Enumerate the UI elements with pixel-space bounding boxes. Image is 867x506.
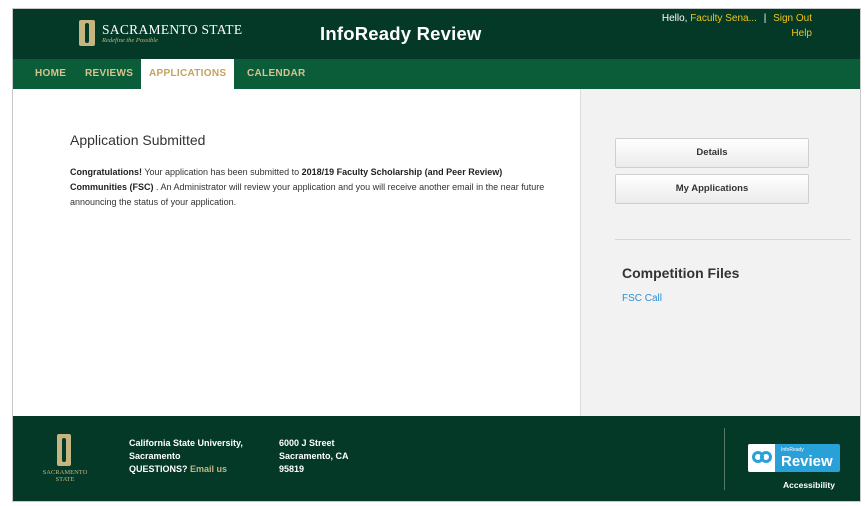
infoready-logo-icon bbox=[752, 451, 772, 465]
footer-address: 6000 J Street Sacramento, CA 95819 bbox=[279, 437, 349, 476]
hornet-logo-icon bbox=[57, 434, 71, 466]
divider bbox=[615, 239, 851, 240]
nav-reviews[interactable]: REVIEWS bbox=[77, 59, 141, 89]
user-menu: Hello, Faculty Sena... | Sign Out bbox=[662, 13, 812, 24]
footer-logo-text: SACRAMENTO STATE bbox=[42, 469, 88, 483]
my-applications-button[interactable]: My Applications bbox=[615, 174, 809, 204]
user-name-link[interactable]: Faculty Sena... bbox=[690, 13, 757, 24]
hornet-logo-icon bbox=[79, 20, 95, 46]
competition-files-heading: Competition Files bbox=[622, 265, 740, 281]
address-line-1: 6000 J Street bbox=[279, 438, 335, 448]
browser-page: SACRAMENTO STATE Redefine the Possible I… bbox=[12, 8, 861, 502]
message-text-1: Your application has been submitted to bbox=[142, 167, 302, 177]
sidebar: Details My Applications Competition File… bbox=[580, 89, 860, 416]
main-content: Application Submitted Congratulations! Y… bbox=[13, 89, 580, 416]
details-button[interactable]: Details bbox=[615, 138, 809, 168]
greeting-text: Hello, bbox=[661, 13, 691, 24]
questions-line: QUESTIONS? Email us bbox=[129, 463, 243, 476]
address-line-3: 95819 bbox=[279, 464, 305, 474]
page-title: Application Submitted bbox=[70, 132, 206, 148]
infoready-review-badge[interactable]: InfoReady Review bbox=[748, 444, 840, 472]
logo-name: SACRAMENTO STATE bbox=[102, 21, 243, 37]
logo-tagline: Redefine the Possible bbox=[102, 36, 158, 44]
nav-home[interactable]: HOME bbox=[27, 59, 74, 89]
university-line-1: California State University, bbox=[129, 438, 243, 448]
footer: SACRAMENTO STATE California State Univer… bbox=[13, 416, 860, 501]
footer-divider bbox=[724, 428, 725, 490]
nav-calendar[interactable]: CALENDAR bbox=[239, 59, 314, 89]
badge-big-text: Review bbox=[781, 453, 833, 470]
main-nav: HOME REVIEWS APPLICATIONS CALENDAR bbox=[13, 59, 860, 90]
separator: | bbox=[763, 13, 767, 24]
congrats-text: Congratulations! bbox=[70, 167, 142, 177]
footer-logo: SACRAMENTO STATE bbox=[37, 434, 93, 486]
accessibility-link[interactable]: Accessibility bbox=[783, 480, 835, 490]
address-line-2: Sacramento, CA bbox=[279, 451, 349, 461]
sign-out-link[interactable]: Sign Out bbox=[773, 13, 812, 24]
email-us-link[interactable]: Email us bbox=[190, 464, 227, 474]
questions-label: QUESTIONS? bbox=[129, 464, 188, 474]
university-line-2: Sacramento bbox=[129, 451, 181, 461]
fsc-call-link[interactable]: FSC Call bbox=[622, 293, 662, 304]
nav-applications[interactable]: APPLICATIONS bbox=[141, 59, 235, 90]
app-title: InfoReady Review bbox=[320, 23, 482, 44]
confirmation-message: Congratulations! Your application has be… bbox=[70, 165, 560, 210]
help-link[interactable]: Help bbox=[791, 28, 812, 39]
top-header: SACRAMENTO STATE Redefine the Possible I… bbox=[13, 9, 860, 59]
sacramento-state-logo[interactable]: SACRAMENTO STATE Redefine the Possible bbox=[79, 18, 242, 48]
footer-university: California State University, Sacramento … bbox=[129, 437, 243, 476]
